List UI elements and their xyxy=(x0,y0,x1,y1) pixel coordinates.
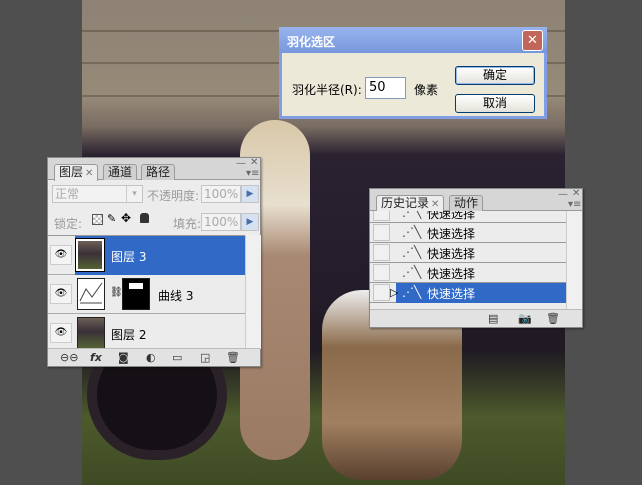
history-scrollbar[interactable] xyxy=(566,211,582,311)
history-item-selected[interactable]: ▷ ⋰╲ 快速选择 xyxy=(370,283,566,303)
history-item[interactable]: ⋰╲ 快速选择 xyxy=(370,263,566,283)
history-state-slider-icon[interactable]: ▷ xyxy=(390,286,398,299)
tab-actions[interactable]: 动作 xyxy=(449,195,484,211)
history-list: ⋰╲ 快速选择 ⋰╲ 快速选择 ⋰╲ 快速选择 ⋰╲ 快速选择 ▷ ⋰╲ 快速选择 xyxy=(370,211,566,311)
close-icon[interactable]: ✕ xyxy=(572,188,580,199)
layer-thumbnail xyxy=(77,317,105,349)
feather-radius-input[interactable]: 50 xyxy=(365,77,406,99)
lock-move-icon[interactable]: ✥ xyxy=(121,211,131,225)
visibility-eye-icon[interactable]: 👁 xyxy=(50,245,72,265)
history-item[interactable]: ⋰╲ 快速选择 xyxy=(370,223,566,243)
tab-channels[interactable]: 通道 xyxy=(103,164,138,180)
layers-scrollbar[interactable] xyxy=(245,235,261,349)
quick-selection-icon: ⋰╲ xyxy=(402,245,422,259)
history-item[interactable]: ⋰╲ 快速选择 xyxy=(370,243,566,263)
feather-selection-dialog: 羽化选区 ✕ 羽化半径(R): 50 像素 确定 取消 xyxy=(279,27,547,119)
unit-label: 像素 xyxy=(414,83,439,97)
layer-thumbnail xyxy=(75,238,105,272)
blend-mode-select[interactable]: 正常 ▾ xyxy=(52,185,143,203)
trash-icon[interactable]: 🗑 xyxy=(546,312,560,325)
link-layers-icon[interactable]: ⊖⊖ xyxy=(60,351,78,364)
opacity-input[interactable]: 100% xyxy=(201,185,241,203)
minimize-icon[interactable]: — xyxy=(236,158,246,169)
layer-name[interactable]: 图层 2 xyxy=(111,326,146,343)
fill-slider-arrow[interactable]: ▶ xyxy=(241,213,259,231)
layer-row-layer3[interactable]: 👁 图层 3 xyxy=(48,236,245,275)
new-group-folder-icon[interactable]: ▭ xyxy=(172,351,182,364)
quick-selection-icon: ⋰╲ xyxy=(402,225,422,239)
dialog-title: 羽化选区 xyxy=(279,27,547,53)
close-icon[interactable]: ✕ xyxy=(522,30,543,51)
tab-paths[interactable]: 路径 xyxy=(141,164,176,180)
panel-menu-icon[interactable]: ▾≡ xyxy=(568,199,581,210)
quick-selection-icon: ⋰╲ xyxy=(402,265,422,279)
lock-all-icon[interactable] xyxy=(140,213,149,223)
quick-selection-icon: ⋰╲ xyxy=(402,211,422,219)
curves-adjustment-icon xyxy=(77,278,105,310)
layers-footer: ⊖⊖ fx ◙ ◐ ▭ ◲ 🗑 xyxy=(48,348,260,366)
fx-icon[interactable]: fx xyxy=(90,351,102,364)
layer-name[interactable]: 曲线 3 xyxy=(158,287,193,304)
fill-label: 填充: xyxy=(173,217,202,231)
layer-row-curves3[interactable]: 👁 ⛓ 曲线 3 xyxy=(48,275,245,314)
layers-panel: 图层 ✕ 通道 路径 — ✕ ▾≡ 正常 ▾ 不透明度: 100% ▶ 锁定: ✎ … xyxy=(47,157,261,367)
lock-transparency-icon[interactable] xyxy=(92,214,103,225)
close-icon[interactable]: ✕ xyxy=(250,157,258,168)
snapshot-camera-icon[interactable]: 📷 xyxy=(518,312,532,325)
chevron-down-icon: ▾ xyxy=(126,186,142,202)
layers-list: 👁 图层 3 👁 ⛓ 曲线 3 👁 图层 2 xyxy=(48,235,245,349)
new-layer-icon[interactable]: ◲ xyxy=(200,351,210,364)
adjustment-layer-icon[interactable]: ◐ xyxy=(146,351,156,364)
trash-icon[interactable]: 🗑 xyxy=(226,351,240,364)
tab-layers[interactable]: 图层 ✕ xyxy=(54,164,99,181)
minimize-icon[interactable]: — xyxy=(558,189,568,200)
close-tab-icon[interactable]: ✕ xyxy=(431,199,439,210)
layer-name[interactable]: 图层 3 xyxy=(111,248,146,265)
opacity-slider-arrow[interactable]: ▶ xyxy=(241,185,259,203)
opacity-label: 不透明度: xyxy=(147,189,200,203)
add-mask-icon[interactable]: ◙ xyxy=(118,351,129,364)
panel-menu-icon[interactable]: ▾≡ xyxy=(246,168,259,179)
visibility-eye-icon[interactable]: 👁 xyxy=(50,284,72,304)
visibility-eye-icon[interactable]: 👁 xyxy=(50,323,72,343)
cancel-button[interactable]: 取消 xyxy=(455,94,535,113)
ok-button[interactable]: 确定 xyxy=(455,66,535,85)
history-footer: ▤ 📷 🗑 xyxy=(370,309,582,327)
layer-mask-thumbnail[interactable] xyxy=(122,278,150,310)
close-tab-icon[interactable]: ✕ xyxy=(85,168,93,179)
fill-input[interactable]: 100% xyxy=(201,213,241,231)
history-panel: 历史记录 ✕ 动作 — ✕ ▾≡ ⋰╲ 快速选择 ⋰╲ 快速选择 ⋰╲ 快速选择 ⋰╲ 快… xyxy=(369,188,583,328)
lock-label: 锁定: xyxy=(54,217,83,231)
quick-selection-icon: ⋰╲ xyxy=(402,285,422,299)
new-document-from-state-icon[interactable]: ▤ xyxy=(488,312,498,325)
history-item[interactable]: ⋰╲ 快速选择 xyxy=(370,211,566,223)
tab-history[interactable]: 历史记录 ✕ xyxy=(376,195,445,212)
mask-link-icon[interactable]: ⛓ xyxy=(110,287,123,298)
feather-radius-label: 羽化半径(R): xyxy=(292,83,362,97)
lock-brush-icon[interactable]: ✎ xyxy=(107,212,116,225)
